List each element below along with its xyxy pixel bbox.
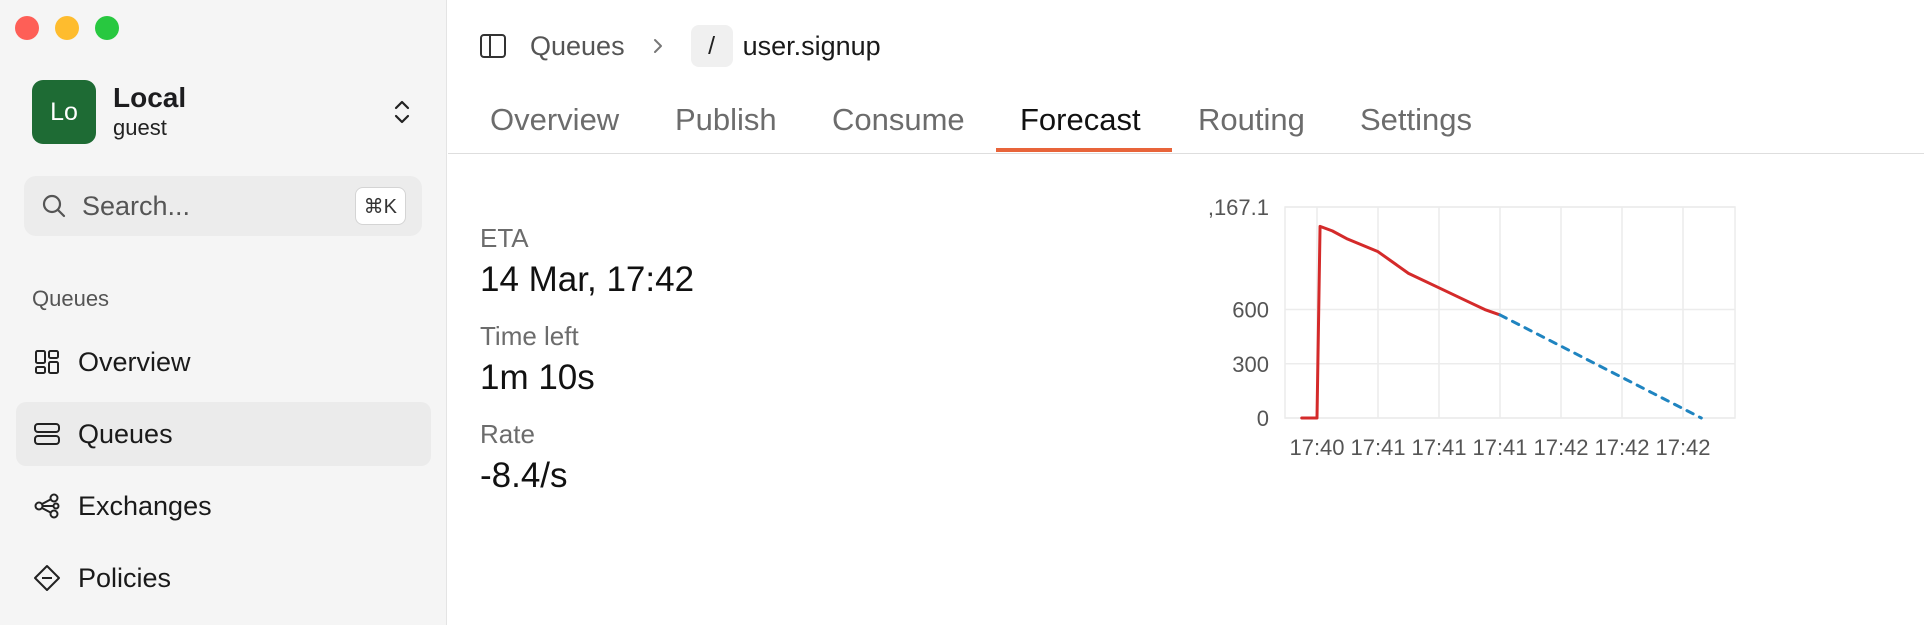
- y-tick-label: 600: [1232, 298, 1269, 323]
- tab-overview[interactable]: Overview: [490, 102, 619, 154]
- forecast-series-line: [1498, 313, 1703, 420]
- sidebar-item-label: Policies: [78, 562, 172, 593]
- sidebar-item-label: Overview: [78, 346, 191, 377]
- vhost-badge: /: [690, 25, 733, 67]
- tab-routing[interactable]: Routing: [1198, 102, 1305, 154]
- x-tick-label: 17:40: [1289, 435, 1344, 460]
- x-tick-label: 17:42: [1594, 435, 1649, 460]
- tab-consume[interactable]: Consume: [832, 102, 965, 154]
- search-shortcut-badge: ⌘K: [354, 187, 406, 225]
- eta-value: 14 Mar, 17:42: [480, 260, 695, 299]
- breadcrumb: Queues / user.signup: [478, 24, 881, 68]
- main-panel: Queues / user.signup Overview Publish Co…: [448, 0, 1924, 625]
- eta-label: ETA: [480, 223, 529, 253]
- queues-icon: [34, 423, 60, 445]
- chart-plot-frame: [1284, 206, 1736, 419]
- x-tick-label: 17:42: [1655, 435, 1710, 460]
- search-input[interactable]: [82, 190, 322, 222]
- window-controls: [15, 16, 119, 40]
- sidebar-item-policies[interactable]: Policies: [16, 546, 431, 610]
- x-tick-label: 17:41: [1411, 435, 1466, 460]
- chevron-up-down-icon[interactable]: [387, 96, 417, 128]
- x-tick-label: 17:41: [1472, 435, 1527, 460]
- zoom-window-button[interactable]: [95, 16, 119, 40]
- sidebar: Lo Local guest ⌘K Queues: [0, 0, 447, 625]
- y-tick-label: 1,167.1: [1208, 195, 1269, 220]
- breadcrumb-queues-link[interactable]: Queues: [530, 31, 625, 62]
- sidebar-item-overview[interactable]: Overview: [16, 330, 431, 394]
- tab-forecast[interactable]: Forecast: [1020, 102, 1141, 154]
- tab-bar: Overview Publish Consume Forecast Routin…: [448, 92, 1924, 154]
- close-window-button[interactable]: [15, 16, 39, 40]
- chevron-right-icon: [653, 39, 662, 53]
- sidebar-item-label: Exchanges: [78, 490, 212, 521]
- time-left-value: 1m 10s: [480, 358, 595, 397]
- tab-publish[interactable]: Publish: [675, 102, 777, 154]
- rate-value: -8.4/s: [480, 456, 568, 495]
- breadcrumb-current: user.signup: [742, 30, 881, 61]
- sidebar-nav: Overview Queues Exchanges Policies: [16, 330, 431, 618]
- forecast-chart-svg: 03006001,167.117:4017:4117:4117:4117:421…: [1196, 195, 1736, 460]
- account-user: guest: [113, 115, 167, 140]
- sidebar-item-label: Queues: [78, 418, 173, 449]
- sidebar-toggle-icon[interactable]: [478, 31, 508, 61]
- grid-icon: [35, 350, 59, 374]
- search-box[interactable]: ⌘K: [24, 176, 422, 236]
- search-icon: [42, 194, 66, 218]
- sidebar-item-exchanges[interactable]: Exchanges: [16, 474, 431, 538]
- x-tick-label: 17:42: [1533, 435, 1588, 460]
- actual-series-line: [1300, 224, 1502, 420]
- x-tick-label: 17:41: [1350, 435, 1405, 460]
- time-left-label: Time left: [480, 321, 579, 351]
- y-tick-label: 300: [1232, 352, 1269, 377]
- sidebar-item-queues[interactable]: Queues: [16, 402, 431, 466]
- minimize-window-button[interactable]: [55, 16, 79, 40]
- sidebar-section-label: Queues: [32, 286, 110, 311]
- app-window: Lo Local guest ⌘K Queues: [0, 0, 1924, 625]
- y-tick-label: 0: [1257, 406, 1269, 431]
- rate-label: Rate: [480, 419, 535, 449]
- account-name: Local: [113, 82, 187, 113]
- tab-settings[interactable]: Settings: [1360, 102, 1472, 154]
- exchanges-icon: [34, 493, 60, 519]
- forecast-chart: 03006001,167.117:4017:4117:4117:4117:421…: [1196, 180, 1908, 580]
- forecast-stats: ETA 14 Mar, 17:42 Time left 1m 10s Rate …: [480, 222, 694, 516]
- active-tab-indicator: [996, 148, 1172, 152]
- account-switcher[interactable]: Lo Local guest: [32, 80, 417, 144]
- policies-icon: [34, 565, 60, 591]
- avatar: Lo: [32, 80, 96, 144]
